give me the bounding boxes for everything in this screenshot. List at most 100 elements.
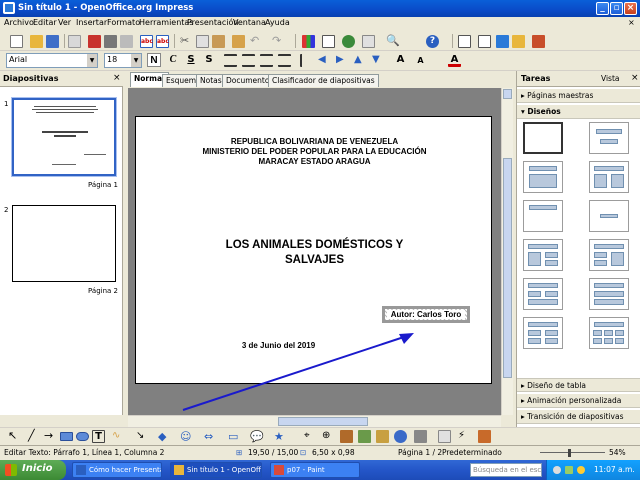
menu-editar[interactable]: Editar [33, 18, 57, 27]
copy-icon[interactable] [196, 35, 209, 48]
horizontal-scrollbar[interactable] [128, 415, 501, 427]
edit-file-icon[interactable] [68, 35, 81, 48]
taskbar-item-word[interactable]: Cómo hacer Presenta... [72, 462, 162, 478]
gallery-icon[interactable] [376, 430, 389, 443]
menu-ayuda[interactable]: Ayuda [265, 18, 290, 27]
cut-icon[interactable]: ✂ [180, 35, 193, 48]
align-right-icon[interactable] [260, 54, 273, 67]
layout-content-left[interactable] [523, 239, 563, 271]
section-slide-transition[interactable]: ▸ Transición de diapositivas [517, 410, 640, 424]
layout-content-stacked[interactable] [589, 278, 629, 310]
move-up-icon[interactable]: ▲ [354, 54, 367, 67]
glue-points-icon[interactable]: ⊕ [322, 430, 335, 443]
line-icon[interactable]: ╱ [28, 430, 41, 443]
layout-two-content[interactable] [589, 161, 629, 193]
layout-blank[interactable] [523, 122, 563, 154]
undo-icon[interactable]: ↶ [250, 35, 263, 48]
ellipse-icon[interactable] [76, 432, 89, 441]
slideshow-icon[interactable] [532, 35, 545, 48]
display-views-icon[interactable] [458, 35, 471, 48]
taskbar-item-impress[interactable]: Sin título 1 - OpenOffi... [170, 462, 262, 478]
callouts-icon[interactable]: 💬 [250, 430, 264, 443]
from-file-icon[interactable] [358, 430, 371, 443]
slide-layout-icon[interactable] [496, 35, 509, 48]
zoom-slider-handle[interactable] [568, 449, 571, 457]
slide-thumbnail-1[interactable] [11, 97, 117, 177]
layout-title-only[interactable] [523, 200, 563, 232]
layout-four-content[interactable] [523, 317, 563, 349]
tray-icon[interactable] [565, 466, 573, 474]
arrow-line-icon[interactable]: → [44, 430, 57, 443]
font-size-combo[interactable]: 18 ▼ [104, 53, 142, 68]
basic-shapes-icon[interactable]: ◆ [158, 430, 171, 443]
scroll-thumb[interactable] [503, 158, 512, 378]
print-preview-icon[interactable] [120, 35, 133, 48]
slide-title-line-1[interactable]: LOS ANIMALES DOMÉSTICOS Y [136, 239, 493, 251]
slide-title-line-2[interactable]: SALVAJES [136, 254, 493, 266]
clone-formatting-icon[interactable] [232, 35, 245, 48]
export-pdf-icon[interactable] [88, 35, 101, 48]
spellcheck-icon[interactable]: abc [140, 35, 153, 48]
taskbar-item-paint[interactable]: p07 - Paint [270, 462, 360, 478]
menu-presentacion[interactable]: Presentación [187, 18, 239, 27]
interaction-icon[interactable]: ⚡ [458, 430, 471, 443]
points-icon[interactable]: ⌖ [304, 430, 317, 443]
zoom-slider[interactable] [540, 452, 605, 453]
decrease-font-icon[interactable]: A [414, 54, 427, 67]
animation-icon[interactable] [478, 430, 491, 443]
start-button[interactable]: Inicio [0, 460, 66, 480]
chevron-down-icon[interactable]: ▼ [87, 54, 97, 67]
font-color-icon[interactable]: A [448, 54, 461, 67]
redo-icon[interactable]: ↷ [272, 35, 285, 48]
desktop-search-input[interactable]: Búsqueda en el escri [470, 463, 542, 477]
help-icon[interactable]: ? [426, 35, 439, 48]
promote-icon[interactable]: ◀ [318, 54, 331, 67]
tray-icon[interactable] [577, 466, 585, 474]
shadow-button[interactable]: S [202, 53, 216, 67]
paste-icon[interactable] [212, 35, 225, 48]
minimize-button[interactable]: _ [596, 2, 609, 15]
align-center-icon[interactable] [242, 54, 255, 67]
text-tool-icon[interactable]: T [92, 430, 105, 443]
block-arrows-icon[interactable]: ⇔ [204, 430, 217, 443]
author-textbox-selected[interactable]: Autor: Carlos Toro [382, 306, 470, 323]
menu-ventana[interactable]: Ventana [233, 18, 266, 27]
clock[interactable]: 11:07 a.m. [594, 465, 635, 474]
menu-formato[interactable]: Formato [107, 18, 140, 27]
section-layouts[interactable]: ▾ Diseños [517, 105, 640, 119]
slide-thumbnail-2[interactable] [12, 205, 116, 282]
scroll-up-button[interactable] [503, 89, 512, 99]
layout-content-right[interactable] [589, 239, 629, 271]
demote-icon[interactable]: ▶ [336, 54, 349, 67]
autospellcheck-icon[interactable]: abc [156, 35, 169, 48]
font-name-combo[interactable]: Arial ▼ [6, 53, 98, 68]
table-icon[interactable] [322, 35, 335, 48]
status-zoom[interactable]: 54% [609, 448, 626, 457]
layout-title-slide[interactable] [589, 122, 629, 154]
curve-icon[interactable]: ∿ [112, 430, 125, 443]
layout-six-content[interactable] [589, 317, 629, 349]
new-slide-icon[interactable] [512, 35, 525, 48]
maximize-button[interactable]: ▫ [610, 2, 623, 15]
save-icon[interactable] [46, 35, 59, 48]
chart-icon[interactable] [302, 35, 315, 48]
navigator-icon[interactable] [342, 35, 355, 48]
section-table-design[interactable]: ▸ Diseño de tabla [517, 378, 640, 392]
tray-icon[interactable] [553, 466, 561, 474]
slide-date[interactable]: 3 de Junio del 2019 [100, 341, 457, 350]
zoom-icon[interactable]: 🔍 [386, 35, 400, 48]
close-document-icon[interactable]: × [628, 18, 635, 27]
align-left-icon[interactable] [224, 54, 237, 67]
vertical-scrollbar[interactable] [501, 88, 513, 415]
move-down-icon[interactable]: ▼ [372, 54, 385, 67]
print-icon[interactable] [104, 35, 117, 48]
open-icon[interactable] [30, 35, 43, 48]
new-icon[interactable] [10, 35, 23, 48]
layout-title-content[interactable] [523, 161, 563, 193]
scroll-thumb[interactable] [278, 417, 368, 426]
flowchart-icon[interactable]: ▭ [228, 430, 241, 443]
bold-button[interactable]: N [147, 53, 161, 67]
section-master-pages[interactable]: ▸ Páginas maestras [517, 89, 640, 103]
close-icon[interactable]: × [631, 73, 639, 83]
rectangle-icon[interactable] [60, 432, 73, 441]
